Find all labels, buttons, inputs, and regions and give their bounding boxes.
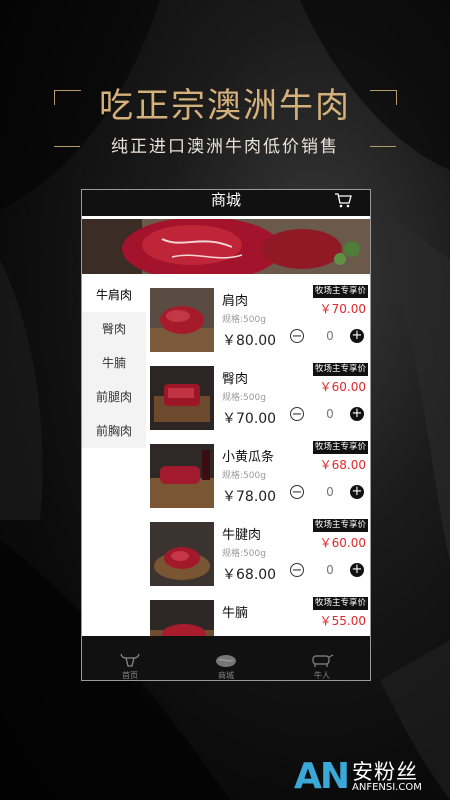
- member-price: ￥60.00: [319, 380, 366, 394]
- product-card[interactable]: 牛腩 牧场主专享价 ￥55.00: [146, 590, 370, 638]
- product-image[interactable]: [150, 600, 214, 638]
- quantity-value: 0: [326, 329, 334, 343]
- decrease-button[interactable]: −: [290, 563, 304, 577]
- member-price-tag: 牧场主专享价: [312, 597, 368, 610]
- category-item-1[interactable]: 臀肉: [82, 312, 146, 346]
- member-price: ￥55.00: [319, 614, 366, 628]
- promo-header: 吃正宗澳洲牛肉 纯正进口澳洲牛肉低价销售: [0, 66, 450, 166]
- quantity-stepper: − 0 +: [290, 484, 368, 502]
- product-price: ￥80.00: [222, 333, 277, 349]
- quantity-value: 0: [326, 563, 334, 577]
- bull-head-icon: [120, 653, 140, 667]
- product-card[interactable]: 臀肉 规格:500g ￥70.00 牧场主专享价 ￥60.00 − 0 +: [146, 356, 370, 434]
- product-spec: 规格:500g: [222, 315, 266, 325]
- member-price-tag: 牧场主专享价: [312, 363, 368, 376]
- increase-button[interactable]: +: [350, 563, 364, 577]
- product-spec: 规格:500g: [222, 471, 266, 481]
- cow-icon: [312, 654, 334, 667]
- quantity-stepper: − 0 +: [290, 406, 368, 424]
- product-spec: 规格:500g: [222, 393, 266, 403]
- category-item-4[interactable]: 前胸肉: [82, 414, 146, 448]
- decrease-button[interactable]: −: [290, 485, 304, 499]
- increase-button[interactable]: +: [350, 485, 364, 499]
- product-image[interactable]: [150, 522, 214, 586]
- product-price: ￥70.00: [222, 411, 277, 427]
- product-image[interactable]: [150, 444, 214, 508]
- tab-profile[interactable]: 牛人: [274, 636, 370, 680]
- product-name: 小黄瓜条: [222, 450, 275, 465]
- decrease-button[interactable]: −: [290, 407, 304, 421]
- product-name: 牛腱肉: [222, 528, 262, 543]
- steak-icon: [216, 655, 236, 667]
- quantity-stepper: − 0 +: [290, 562, 368, 580]
- member-price: ￥68.00: [319, 458, 366, 472]
- site-watermark: AN 安粉丝 ANFENSI.COM: [294, 756, 444, 797]
- bottom-tab-bar: 首页 商城 牛人: [82, 636, 370, 680]
- tab-label: 商城: [218, 671, 234, 680]
- product-price: ￥78.00: [222, 489, 277, 505]
- member-price: ￥60.00: [319, 536, 366, 550]
- tab-label: 牛人: [314, 671, 330, 680]
- app-top-bar: 商城: [82, 190, 370, 216]
- product-image[interactable]: [150, 366, 214, 430]
- watermark-logo: AN: [294, 756, 350, 797]
- increase-button[interactable]: +: [350, 407, 364, 421]
- quantity-value: 0: [326, 407, 334, 421]
- member-price: ￥70.00: [319, 302, 366, 316]
- page-title: 商城: [210, 191, 241, 209]
- category-sidebar: 牛肩肉 臀肉 牛腩 前腿肉 前胸肉: [82, 278, 146, 448]
- product-name: 牛腩: [222, 606, 249, 621]
- watermark-en: ANFENSI.COM: [352, 782, 422, 793]
- member-price-tag: 牧场主专享价: [312, 519, 368, 532]
- product-name: 肩肉: [222, 294, 249, 309]
- tab-home[interactable]: 首页: [82, 636, 178, 680]
- member-price-tag: 牧场主专享价: [312, 285, 368, 298]
- cart-icon[interactable]: [334, 192, 352, 208]
- category-item-2[interactable]: 牛腩: [82, 346, 146, 380]
- category-item-0[interactable]: 牛肩肉: [82, 278, 146, 312]
- product-card[interactable]: 小黄瓜条 规格:500g ￥78.00 牧场主专享价 ￥68.00 − 0 +: [146, 434, 370, 512]
- product-card[interactable]: 肩肉 规格:500g ￥80.00 牧场主专享价 ￥70.00 − 0 +: [146, 278, 370, 356]
- tab-label: 首页: [122, 671, 138, 680]
- product-price: ￥68.00: [222, 567, 277, 583]
- quantity-value: 0: [326, 485, 334, 499]
- increase-button[interactable]: +: [350, 329, 364, 343]
- product-card[interactable]: 牛腱肉 规格:500g ￥68.00 牧场主专享价 ￥60.00 − 0 +: [146, 512, 370, 590]
- member-price-tag: 牧场主专享价: [312, 441, 368, 454]
- quantity-stepper: − 0 +: [290, 328, 368, 346]
- phone-screen: 商城 牛肩肉 臀肉 牛腩 前腿肉 前胸肉 肩肉 规格:500g ￥80.00 牧…: [82, 190, 370, 680]
- category-item-3[interactable]: 前腿肉: [82, 380, 146, 414]
- banner-image[interactable]: [82, 219, 370, 274]
- decrease-button[interactable]: −: [290, 329, 304, 343]
- product-image[interactable]: [150, 288, 214, 352]
- promo-headline: 吃正宗澳洲牛肉: [99, 86, 351, 126]
- product-list: 肩肉 规格:500g ￥80.00 牧场主专享价 ￥70.00 − 0 + 臀肉…: [146, 278, 370, 638]
- promo-subline: 纯正进口澳洲牛肉低价销售: [111, 137, 339, 157]
- tab-mall[interactable]: 商城: [178, 636, 274, 680]
- product-spec: 规格:500g: [222, 549, 266, 559]
- product-name: 臀肉: [222, 372, 249, 387]
